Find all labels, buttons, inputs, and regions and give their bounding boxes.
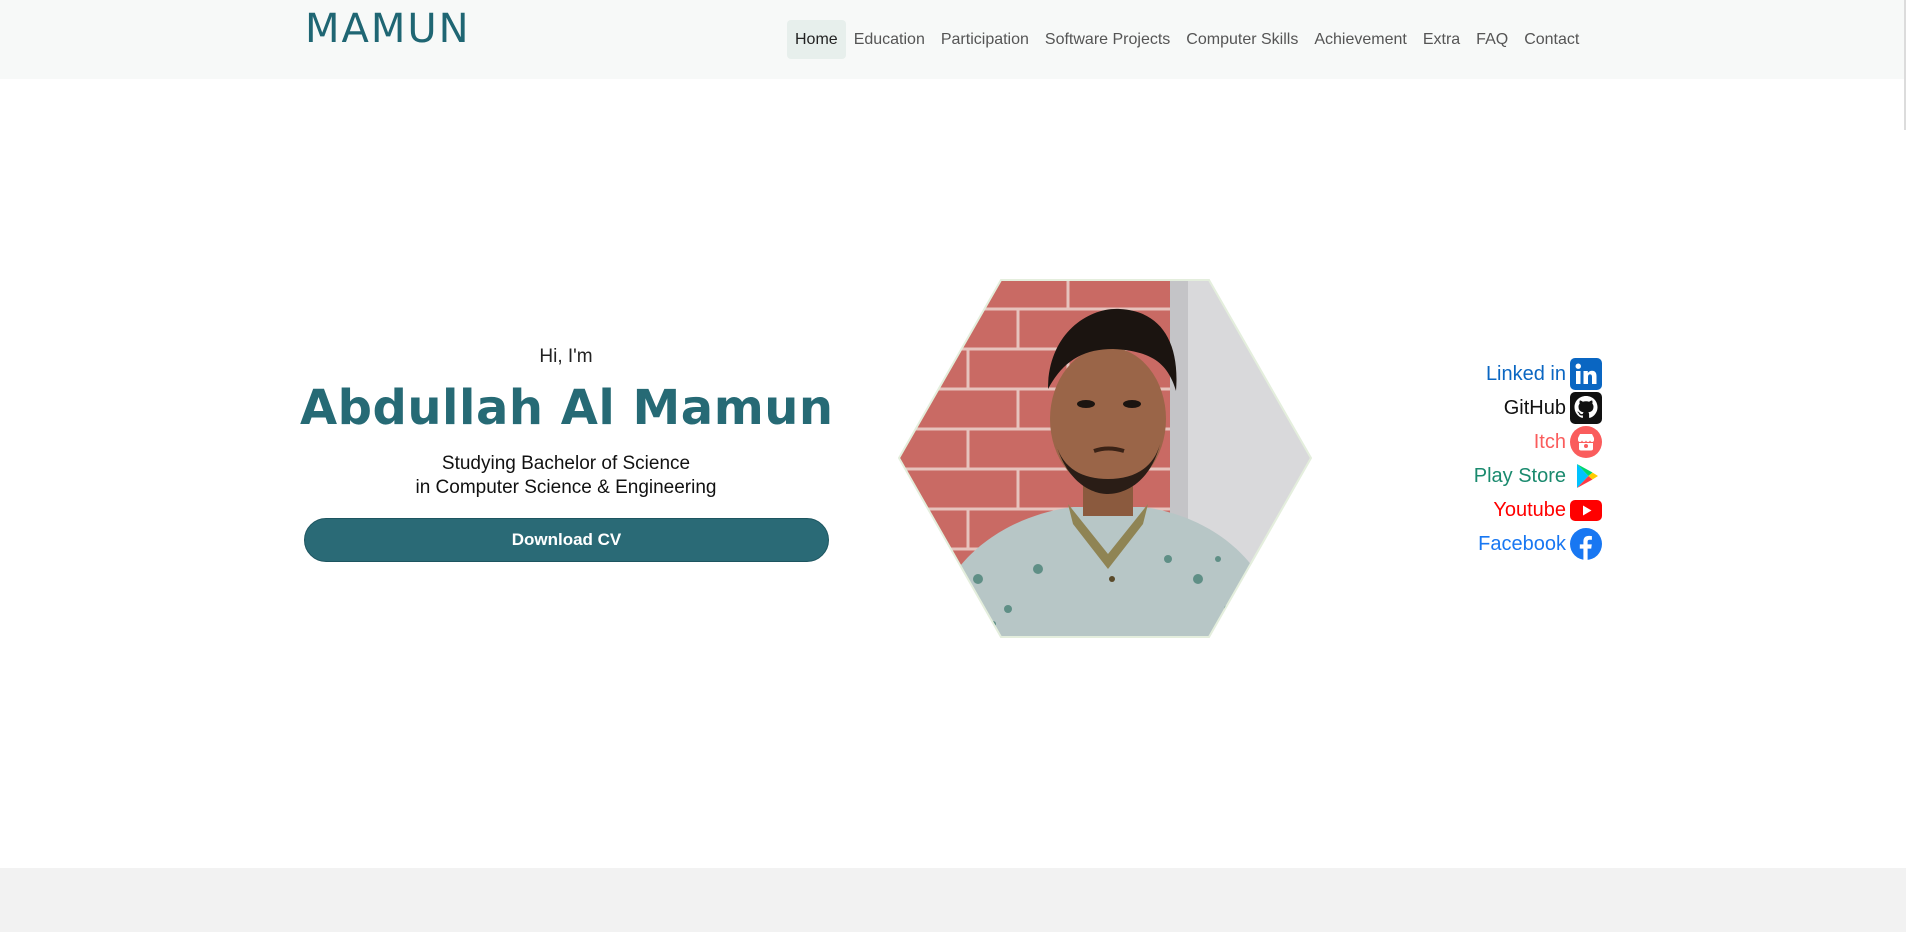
github-icon (1570, 392, 1602, 424)
study-line-1: Studying Bachelor of Science (441, 453, 691, 474)
brand-logo[interactable]: MAMUN (305, 6, 471, 52)
itch-label: Itch (1533, 430, 1566, 453)
nav-item-home[interactable]: Home (787, 20, 846, 59)
youtube-icon (1570, 500, 1602, 521)
github-label: GitHub (1503, 396, 1566, 419)
social-link-youtube[interactable]: Youtube (1390, 493, 1602, 527)
study-line-2: in Computer Science & Engineering (415, 477, 717, 498)
linkedin-label: Linked in (1485, 362, 1566, 385)
youtube-label: Youtube (1493, 498, 1566, 521)
footer-band (0, 868, 1906, 932)
nav-item-extra[interactable]: Extra (1415, 20, 1468, 59)
social-link-play-store[interactable]: Play Store (1390, 459, 1602, 493)
nav-item-achievement[interactable]: Achievement (1306, 20, 1415, 59)
linkedin-icon (1570, 358, 1602, 390)
download-cv-button[interactable]: Download CV (304, 518, 829, 562)
social-link-linkedin[interactable]: Linked in (1390, 357, 1602, 391)
play-store-label: Play Store (1473, 464, 1566, 487)
facebook-icon (1570, 528, 1602, 560)
social-link-github[interactable]: GitHub (1390, 391, 1602, 425)
hero-name: Abdullah Al Mamun (300, 380, 834, 436)
nav-menu: Home Education Participation Software Pr… (787, 20, 1587, 59)
nav-item-contact[interactable]: Contact (1516, 20, 1587, 59)
nav-item-participation[interactable]: Participation (933, 20, 1037, 59)
social-link-itch[interactable]: Itch (1390, 425, 1602, 459)
social-links: Linked in GitHub Itch Play Store Youtube… (1390, 357, 1602, 561)
hero-study-text: Studying Bachelor of Science in Computer… (300, 452, 832, 500)
profile-photo (898, 279, 1312, 638)
itch-icon (1570, 426, 1602, 458)
nav-item-faq[interactable]: FAQ (1468, 20, 1516, 59)
hero-greeting: Hi, I'm (539, 346, 593, 367)
social-link-facebook[interactable]: Facebook (1390, 527, 1602, 561)
nav-item-education[interactable]: Education (846, 20, 933, 59)
facebook-label: Facebook (1478, 532, 1566, 555)
navbar: MAMUN Home Education Participation Softw… (0, 0, 1906, 79)
nav-item-computer-skills[interactable]: Computer Skills (1178, 20, 1306, 59)
nav-item-software-projects[interactable]: Software Projects (1037, 20, 1178, 59)
play-store-icon (1577, 464, 1598, 488)
